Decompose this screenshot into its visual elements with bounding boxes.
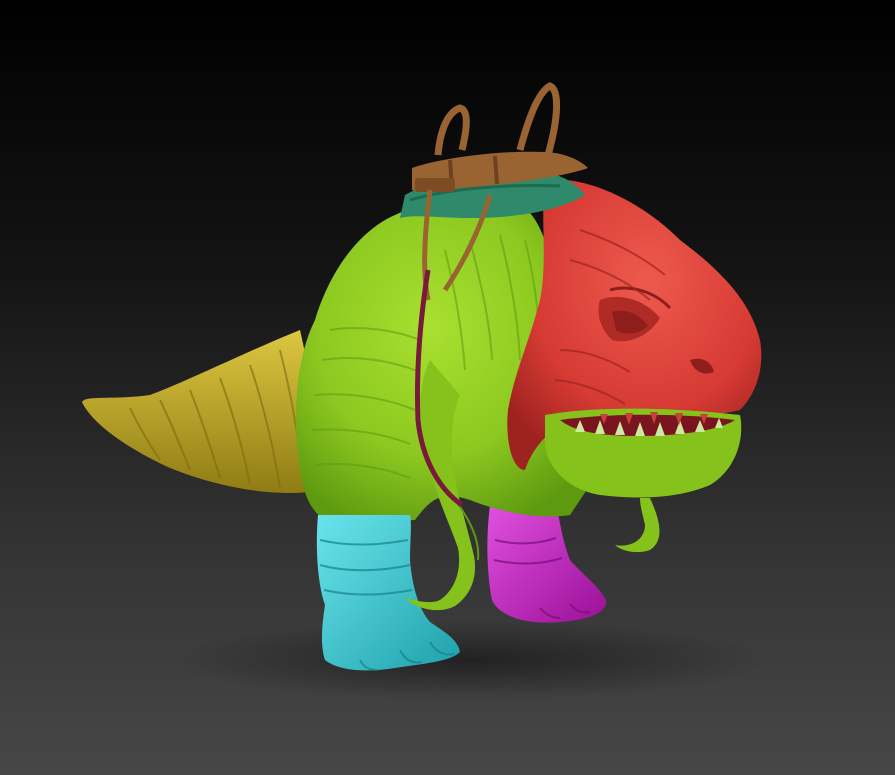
back-leg (487, 505, 607, 623)
ground-shadow (170, 620, 770, 700)
jaw (545, 408, 742, 553)
creature-sculpt-render (82, 82, 770, 700)
tail (82, 330, 320, 493)
front-leg (316, 515, 460, 671)
render-viewport (0, 0, 895, 775)
